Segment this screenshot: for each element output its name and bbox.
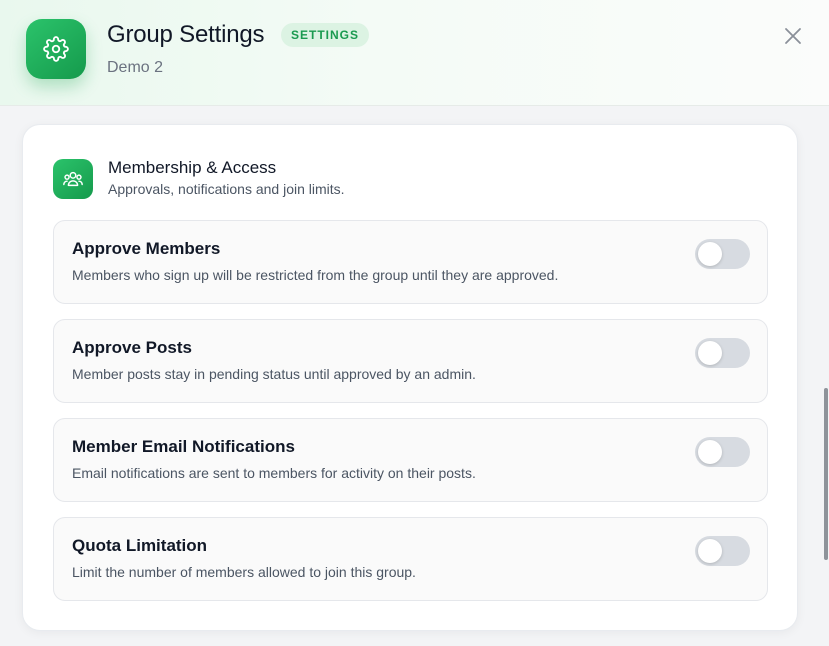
toggle-knob [698,440,722,464]
setting-title: Approve Posts [72,338,192,357]
approve-posts-toggle[interactable] [695,338,750,368]
quota-limitation-toggle[interactable] [695,536,750,566]
section-subtitle: Approvals, notifications and join limits… [108,181,345,197]
membership-card: Membership & Access Approvals, notificat… [22,124,798,631]
setting-approve-posts: Approve Posts Member posts stay in pendi… [53,319,768,403]
setting-title: Quota Limitation [72,536,208,555]
member-email-notifications-toggle[interactable] [695,437,750,467]
toggle-knob [698,341,722,365]
scrollbar-track[interactable] [823,106,829,646]
setting-approve-members: Approve Members Members who sign up will… [53,220,768,304]
setting-member-email-notifications: Member Email Notifications Email notific… [53,418,768,502]
setting-description: Limit the number of members allowed to j… [72,564,416,580]
gear-icon [26,19,86,79]
setting-title: Member Email Notifications [72,437,295,456]
settings-badge: SETTINGS [281,23,370,47]
page-title: Group Settings [107,21,265,48]
setting-quota-limitation: Quota Limitation Limit the number of mem… [53,517,768,601]
dialog-header: Group Settings SETTINGS Demo 2 [0,0,829,106]
close-icon [785,28,801,44]
users-icon [53,159,93,199]
close-button[interactable] [781,24,805,48]
setting-description: Member posts stay in pending status unti… [72,366,476,382]
group-name: Demo 2 [107,59,164,76]
scrollbar-thumb[interactable] [824,388,828,560]
setting-title: Approve Members [72,239,221,258]
setting-description: Members who sign up will be restricted f… [72,267,559,283]
toggle-knob [698,539,722,563]
approve-members-toggle[interactable] [695,239,750,269]
setting-description: Email notifications are sent to members … [72,465,476,481]
toggle-knob [698,242,722,266]
section-title: Membership & Access [108,158,277,177]
